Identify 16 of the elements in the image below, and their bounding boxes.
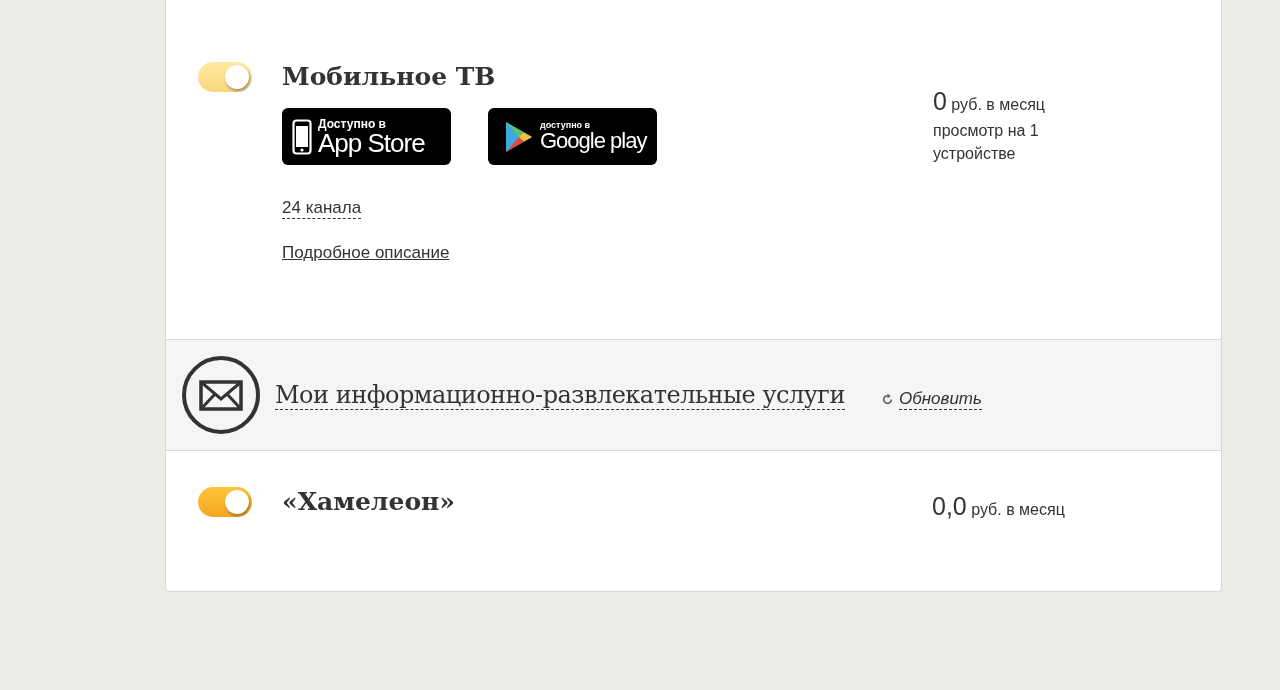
badge-caption: доступно в: [540, 121, 592, 130]
section-title-link[interactable]: Мои информационно-развлекательные услуги: [275, 380, 845, 410]
price-note: просмотр на 1 устройстве: [933, 121, 1040, 164]
price-amount: 0,0: [932, 492, 967, 520]
store-badge[interactable]: Доступно в App Store: [282, 108, 451, 165]
service-title: Мобильное ТВ: [282, 61, 496, 93]
store-name: Google play: [540, 130, 647, 152]
price-unit: руб. в месяц: [971, 501, 1065, 518]
service-title: «Хамелеон»: [282, 486, 455, 518]
refresh-link[interactable]: Обновить: [880, 388, 982, 410]
link[interactable]: Подробное описание: [282, 243, 450, 263]
badge-caption: Доступно в: [318, 117, 387, 130]
store-badge[interactable]: доступно в Google play: [488, 108, 657, 165]
price-amount: 0: [933, 87, 947, 115]
price-unit: руб. в месяц: [951, 96, 1045, 113]
link[interactable]: 24 канала: [282, 198, 362, 219]
